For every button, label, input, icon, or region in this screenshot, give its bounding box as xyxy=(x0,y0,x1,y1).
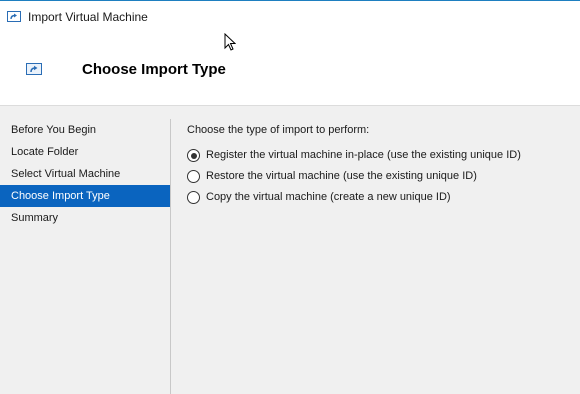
sidebar-item-summary[interactable]: Summary xyxy=(0,207,170,229)
page-title: Choose Import Type xyxy=(82,61,226,78)
sidebar-item-locate-folder[interactable]: Locate Folder xyxy=(0,141,170,163)
option-label: Restore the virtual machine (use the exi… xyxy=(206,170,477,182)
window-title: Import Virtual Machine xyxy=(28,10,148,24)
radio-button[interactable] xyxy=(187,170,200,183)
sidebar-divider xyxy=(170,119,171,394)
option-label: Copy the virtual machine (create a new u… xyxy=(206,191,451,203)
option-restore[interactable]: Restore the virtual machine (use the exi… xyxy=(187,166,521,187)
mouse-cursor-icon xyxy=(224,33,236,51)
wizard-header: Choose Import Type xyxy=(0,33,580,106)
option-copy[interactable]: Copy the virtual machine (create a new u… xyxy=(187,187,521,208)
import-arrow-icon xyxy=(7,11,21,22)
sidebar-item-choose-import-type[interactable]: Choose Import Type xyxy=(0,185,170,207)
option-register-in-place[interactable]: Register the virtual machine in-place (u… xyxy=(187,145,521,166)
title-bar: Import Virtual Machine xyxy=(0,0,580,33)
import-type-panel: Choose the type of import to perform: Re… xyxy=(187,123,521,208)
sidebar-item-select-virtual-machine[interactable]: Select Virtual Machine xyxy=(0,163,170,185)
sidebar-item-before-you-begin[interactable]: Before You Begin xyxy=(0,119,170,141)
wizard-steps-sidebar: Before You Begin Locate Folder Select Vi… xyxy=(0,119,170,229)
radio-button-selected[interactable] xyxy=(187,149,200,162)
option-label: Register the virtual machine in-place (u… xyxy=(206,149,521,161)
import-type-prompt: Choose the type of import to perform: xyxy=(187,124,370,136)
import-arrow-icon xyxy=(26,63,42,75)
radio-button[interactable] xyxy=(187,191,200,204)
